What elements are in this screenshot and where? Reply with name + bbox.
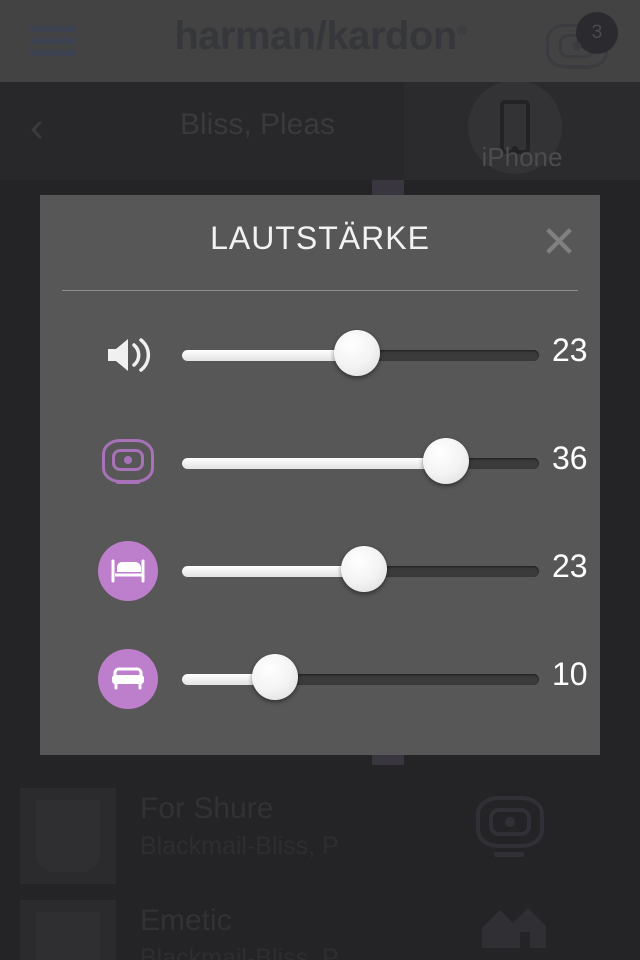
slider-row-bedroom: 23 — [40, 536, 600, 606]
chevron-left-icon[interactable]: ‹ — [30, 106, 52, 148]
speaker-device-icon[interactable]: 3 — [546, 12, 618, 72]
device-panel[interactable]: iPhone — [404, 80, 640, 180]
home-icon[interactable] — [468, 890, 564, 960]
slider-value: 10 — [552, 656, 588, 692]
track-title: For Shure — [140, 792, 274, 825]
slider-thumb[interactable] — [341, 546, 388, 592]
track-subtitle: Blackmail-Bliss, P — [140, 832, 339, 860]
slider-value: 23 — [552, 332, 588, 368]
slider-row-speaker: 36 — [40, 428, 600, 498]
home-glyph — [482, 908, 546, 948]
speaker-device-icon[interactable] — [468, 790, 564, 870]
volume-slider-livingroom[interactable] — [182, 654, 539, 700]
slider-value: 23 — [552, 548, 588, 584]
sofa-icon — [98, 649, 158, 709]
volume-slider-speaker[interactable] — [182, 438, 539, 484]
slider-thumb[interactable] — [251, 654, 298, 700]
volume-speaker-glyph — [108, 338, 151, 372]
brand-mark: ® — [456, 22, 467, 38]
slider-row-livingroom: 10 — [40, 644, 600, 714]
now-playing-title: Bliss, Pleas — [180, 108, 336, 141]
brand-logo: harman/kardon® — [0, 14, 640, 59]
volume-speaker-icon — [98, 325, 158, 385]
bed-glyph — [111, 559, 145, 583]
divider — [62, 290, 578, 291]
sofa-icon-circle — [98, 649, 158, 709]
page-title: LAUTSTÄRKE — [210, 220, 430, 256]
app-root: For Shure Blackmail-Bliss, P Emetic Blac… — [0, 0, 640, 960]
bed-icon — [98, 541, 158, 601]
close-icon[interactable]: ✕ — [528, 217, 590, 271]
sofa-glyph — [112, 667, 144, 690]
top-bar: harman/kardon® 3 — [0, 0, 640, 82]
bed-icon-circle — [98, 541, 158, 601]
notification-badge: 3 — [576, 12, 618, 54]
album-art — [20, 788, 116, 884]
track-subtitle: Blackmail-Bliss, P — [140, 944, 339, 960]
slider-row-master: 23 — [40, 320, 600, 390]
volume-slider-master[interactable] — [182, 330, 539, 376]
slider-thumb[interactable] — [423, 438, 470, 484]
speaker-device-outline-icon — [98, 433, 158, 493]
volume-dialog: LAUTSTÄRKE ✕ 23 36 23 10 — [40, 195, 600, 755]
volume-slider-bedroom[interactable] — [182, 546, 539, 592]
album-art — [20, 900, 116, 960]
slider-value: 36 — [552, 440, 588, 476]
brand-text: harman/kardon — [174, 14, 457, 58]
device-label: iPhone — [481, 142, 563, 172]
slider-thumb[interactable] — [333, 330, 380, 376]
track-title: Emetic — [140, 904, 232, 937]
